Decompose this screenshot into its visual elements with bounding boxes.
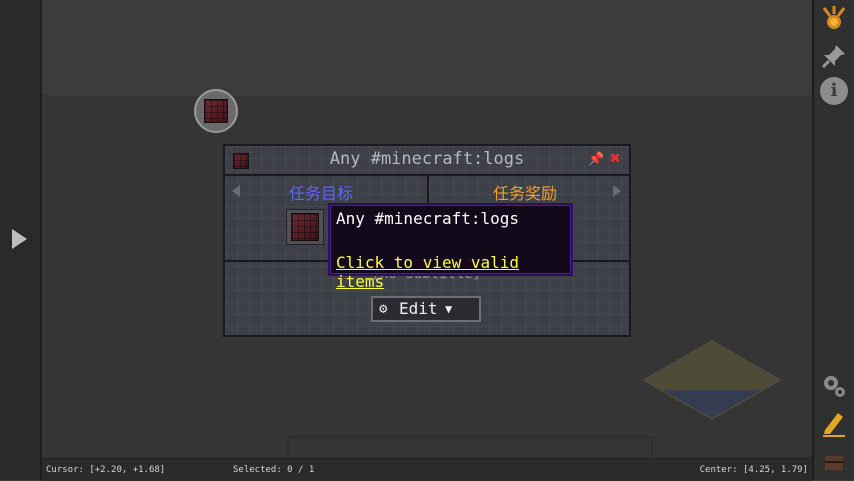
- pencil-icon[interactable]: [820, 409, 848, 437]
- selected-readout: Selected: 0 / 1: [233, 465, 315, 475]
- view-valid-items-link[interactable]: Click to view valid items: [336, 253, 571, 291]
- edit-button[interactable]: ⚙ Edit ▼: [371, 296, 481, 322]
- dropdown-arrow-icon: ▼: [445, 302, 453, 316]
- expand-panel-arrow-icon[interactable]: [12, 229, 27, 249]
- quest-node[interactable]: [194, 89, 238, 133]
- prev-arrow-icon[interactable]: [232, 185, 240, 197]
- hotbar-ghost: [287, 436, 653, 460]
- tab-tasks[interactable]: 任务目标: [289, 180, 353, 204]
- gear-toolbar-icon[interactable]: [820, 372, 848, 400]
- center-readout: Center: [4.25, 1.79]: [699, 465, 808, 475]
- ghost-block: [642, 340, 782, 420]
- nether-log-icon: [204, 99, 228, 123]
- chest-icon[interactable]: [820, 448, 848, 476]
- gear-icon: ⚙: [379, 301, 388, 317]
- pin-icon[interactable]: 📌: [588, 153, 604, 167]
- tooltip-title: Any #minecraft:logs: [336, 209, 520, 228]
- task-item-slot[interactable]: [286, 209, 324, 245]
- edit-label: Edit: [399, 299, 438, 318]
- cursor-readout: Cursor: [+2.20, +1.68]: [46, 465, 166, 475]
- close-icon[interactable]: ✖: [610, 150, 621, 168]
- pin-toolbar-icon[interactable]: [820, 42, 848, 70]
- quest-title: Any #minecraft:logs: [329, 149, 525, 169]
- tab-rewards[interactable]: 任务奖励: [493, 180, 557, 204]
- nether-log-item-icon: [291, 213, 319, 241]
- left-panel-strip: [0, 0, 42, 480]
- right-toolbar: [812, 0, 854, 480]
- item-tooltip: Any #minecraft:logs Click to view valid …: [328, 203, 573, 291]
- medal-icon[interactable]: [820, 4, 848, 32]
- info-icon[interactable]: i: [820, 77, 848, 105]
- status-bar: Cursor: [+2.20, +1.68] Selected: 0 / 1 C…: [42, 458, 812, 481]
- next-arrow-icon[interactable]: [613, 185, 621, 197]
- panel-title-bar: Any #minecraft:logs 📌 ✖: [225, 146, 629, 176]
